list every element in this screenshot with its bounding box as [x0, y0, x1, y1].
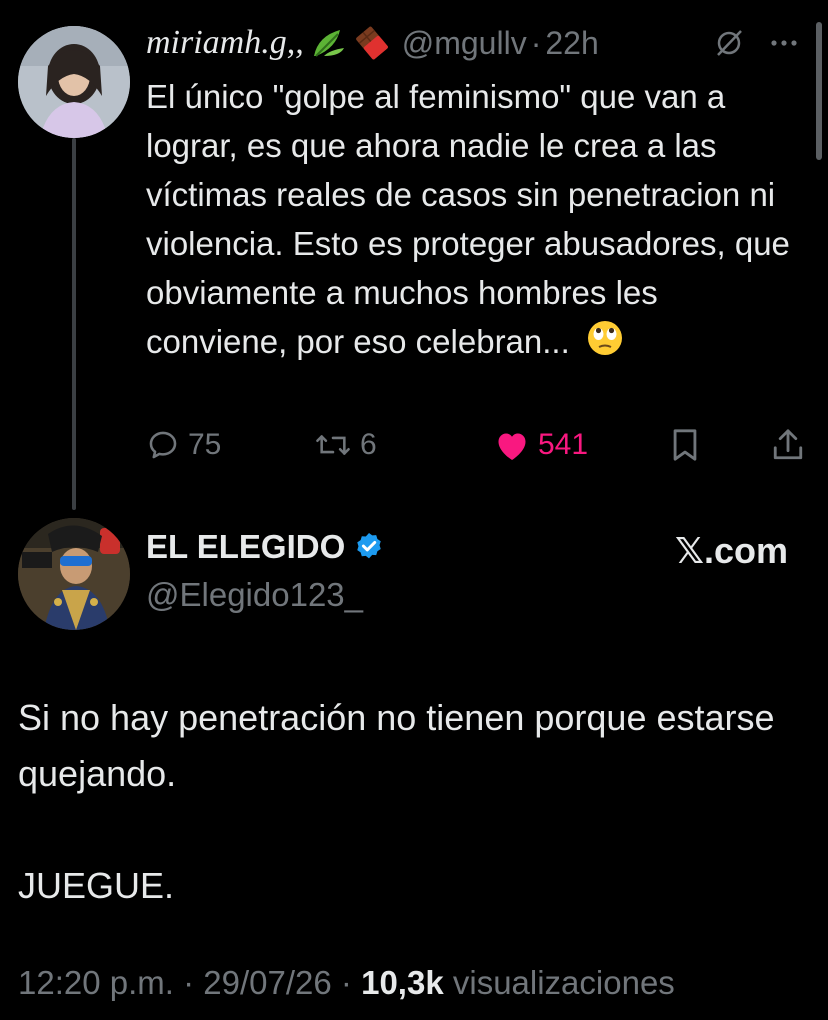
scroll-indicator[interactable]: [816, 22, 822, 160]
separator: ·: [183, 964, 195, 1001]
tweet-actions: 75 6 541: [146, 420, 808, 470]
reply-button[interactable]: 75: [146, 420, 221, 470]
author-handle[interactable]: @Elegido123_: [146, 576, 363, 614]
tweet-text-content: El único "golpe al feminismo" que van a …: [146, 78, 790, 360]
heart-filled-icon: [498, 433, 526, 460]
avatar-photo-icon: [18, 518, 130, 630]
more-options-icon[interactable]: [770, 38, 798, 48]
tweet-meta: 12:20 p.m. · 29/07/26 · 10,3k visualizac…: [18, 964, 675, 1002]
tweet-paragraph: JUEGUE.: [18, 865, 175, 906]
share-button[interactable]: [772, 420, 804, 470]
tweet-paragraph: Si no hay penetración no tienen porque e…: [18, 697, 775, 794]
bookmark-button[interactable]: [670, 420, 700, 470]
tweet-text: El único "golpe al feminismo" que van a …: [146, 72, 806, 369]
post-date[interactable]: 29/07/26: [203, 964, 331, 1001]
thread-connector-line: [72, 138, 76, 510]
author-name-row: EL ELEGIDO: [146, 528, 385, 566]
avatar[interactable]: [18, 26, 130, 138]
tweet-header: miriamh.g,, @mgullv · 22h: [146, 20, 798, 66]
author-name[interactable]: miriamh.g,,: [146, 24, 304, 62]
retweet-button[interactable]: 6: [314, 420, 377, 470]
tweet-text: Si no hay penetración no tienen porque e…: [18, 690, 808, 914]
views-label: visualizaciones: [452, 964, 675, 1001]
author-name[interactable]: EL ELEGIDO: [146, 528, 345, 566]
share-icon: [773, 429, 803, 460]
retweet-count: 6: [360, 428, 377, 461]
views-count[interactable]: 10,3k: [361, 964, 444, 1001]
reply-icon: [149, 431, 177, 459]
chocolate-emoji-icon: [354, 25, 390, 61]
leaf-emoji-icon: [310, 26, 348, 60]
like-button[interactable]: 541: [494, 420, 588, 470]
retweet-icon: [316, 435, 350, 455]
separator: ·: [530, 24, 542, 61]
bookmark-icon: [673, 429, 697, 461]
tweet-time[interactable]: 22h: [545, 25, 598, 62]
post-time[interactable]: 12:20 p.m.: [18, 964, 174, 1001]
face-with-rolling-eyes-emoji-icon: [587, 320, 623, 369]
author-handle[interactable]: @mgullv: [402, 25, 527, 62]
verified-badge-icon[interactable]: [353, 531, 385, 563]
avatar-photo-icon: [18, 26, 130, 138]
grok-icon[interactable]: [714, 28, 744, 58]
avatar[interactable]: [18, 518, 130, 630]
separator: ·: [340, 964, 352, 1001]
like-count: 541: [538, 428, 589, 461]
reply-count: 75: [188, 428, 222, 461]
x-brand-logo: 𝕏.com: [674, 530, 788, 571]
